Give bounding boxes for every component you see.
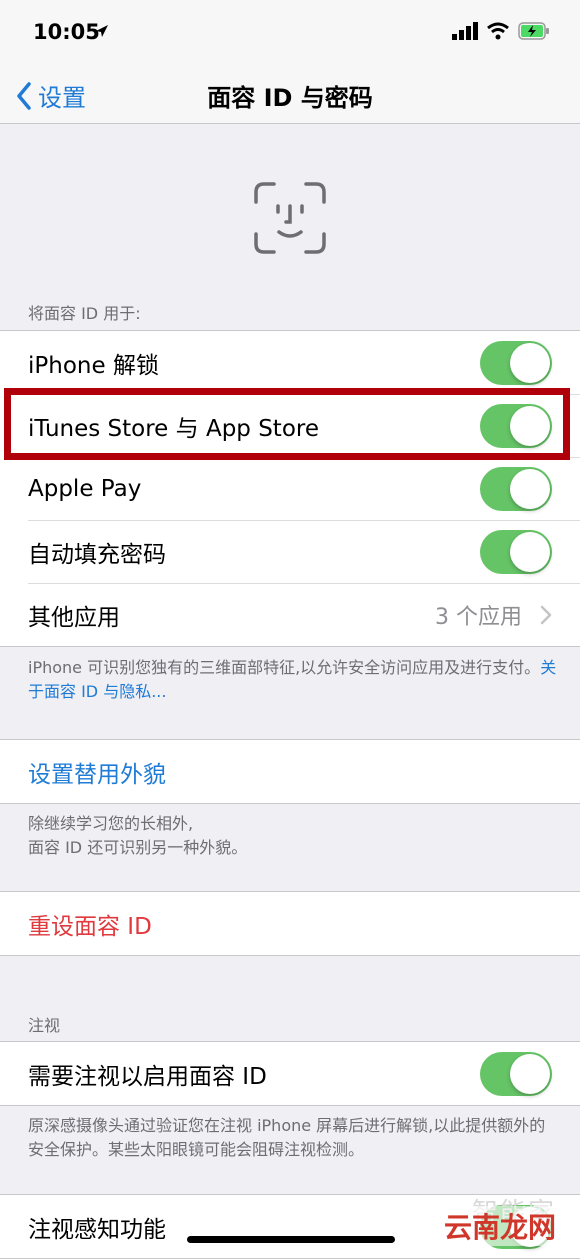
iphone-unlock-switch[interactable] xyxy=(480,340,552,385)
autofill-passwords-label: 自动填充密码 xyxy=(28,541,166,568)
reset-group: 重设面容 ID xyxy=(0,891,580,956)
alternate-appearance-group: 设置替用外貌 xyxy=(0,739,580,804)
alternate-appearance-row[interactable]: 设置替用外貌 xyxy=(0,740,580,803)
attention-group: 需要注视以启用面容 ID xyxy=(0,1041,580,1106)
attention-header: 注视 xyxy=(28,1016,61,1035)
use-for-group: iPhone 解锁 iTunes Store 与 App Store Apple… xyxy=(0,330,580,647)
attention-aware-label: 注视感知功能 xyxy=(28,1216,166,1243)
wifi-icon xyxy=(487,22,509,40)
status-time: 10:05 xyxy=(33,20,100,44)
status-bar: 10:05 xyxy=(0,0,580,70)
watermark-text-2: 云南龙网 xyxy=(444,1206,557,1246)
home-indicator[interactable] xyxy=(187,1236,395,1243)
attention-footer: 原深感摄像头通过验证您在注视 iPhone 屏幕后进行解锁,以此提供额外的安全保… xyxy=(28,1116,546,1159)
location-arrow-icon xyxy=(96,25,108,37)
use-for-footer-text: iPhone 可识别您独有的三维面部特征,以允许安全访问应用及进行支付。 xyxy=(28,658,541,677)
switch-knob xyxy=(510,531,550,572)
autofill-passwords-switch[interactable] xyxy=(480,529,552,574)
alternate-footer-line2: 面容 ID 还可识别另一种外貌。 xyxy=(28,838,248,857)
other-apps-count: 3 个应用 xyxy=(435,604,522,630)
chevron-right-icon xyxy=(540,605,552,625)
require-attention-row: 需要注视以启用面容 ID xyxy=(0,1042,580,1105)
other-apps-row[interactable]: 其他应用 3 个应用 xyxy=(0,583,580,646)
require-attention-label: 需要注视以启用面容 ID xyxy=(28,1063,267,1090)
switch-knob xyxy=(510,1053,550,1094)
switch-knob xyxy=(510,342,550,383)
switch-knob xyxy=(510,468,550,509)
iphone-unlock-label: iPhone 解锁 xyxy=(28,352,159,379)
reset-face-id-row[interactable]: 重设面容 ID xyxy=(0,892,580,955)
use-for-footer: iPhone 可识别您独有的三维面部特征,以允许安全访问应用及进行支付。关于面容… xyxy=(28,656,558,704)
toggle-row-apple-pay: Apple Pay xyxy=(0,457,580,520)
battery-charging-icon xyxy=(518,22,549,40)
face-id-icon xyxy=(254,182,326,254)
use-for-header: 将面容 ID 用于: xyxy=(28,304,141,323)
navigation-bar: 设置 面容 ID 与密码 xyxy=(0,70,580,124)
other-apps-label: 其他应用 xyxy=(28,604,120,631)
alternate-appearance-footer: 除继续学习您的长相外, 面容 ID 还可识别另一种外貌。 xyxy=(28,812,558,860)
reset-face-id-button[interactable]: 重设面容 ID xyxy=(28,907,152,941)
apple-pay-label: Apple Pay xyxy=(28,475,142,502)
toggle-row-autofill-passwords: 自动填充密码 xyxy=(0,520,580,583)
apple-pay-switch[interactable] xyxy=(480,466,552,511)
page-title: 面容 ID 与密码 xyxy=(207,84,373,112)
require-attention-switch[interactable] xyxy=(480,1051,552,1096)
toggle-row-iphone-unlock: iPhone 解锁 xyxy=(0,331,580,394)
set-up-alternate-appearance-button[interactable]: 设置替用外貌 xyxy=(28,755,166,789)
alternate-footer-line1: 除继续学习您的长相外, xyxy=(28,814,194,833)
cellular-signal-icon xyxy=(452,22,478,40)
highlight-box xyxy=(4,388,570,460)
